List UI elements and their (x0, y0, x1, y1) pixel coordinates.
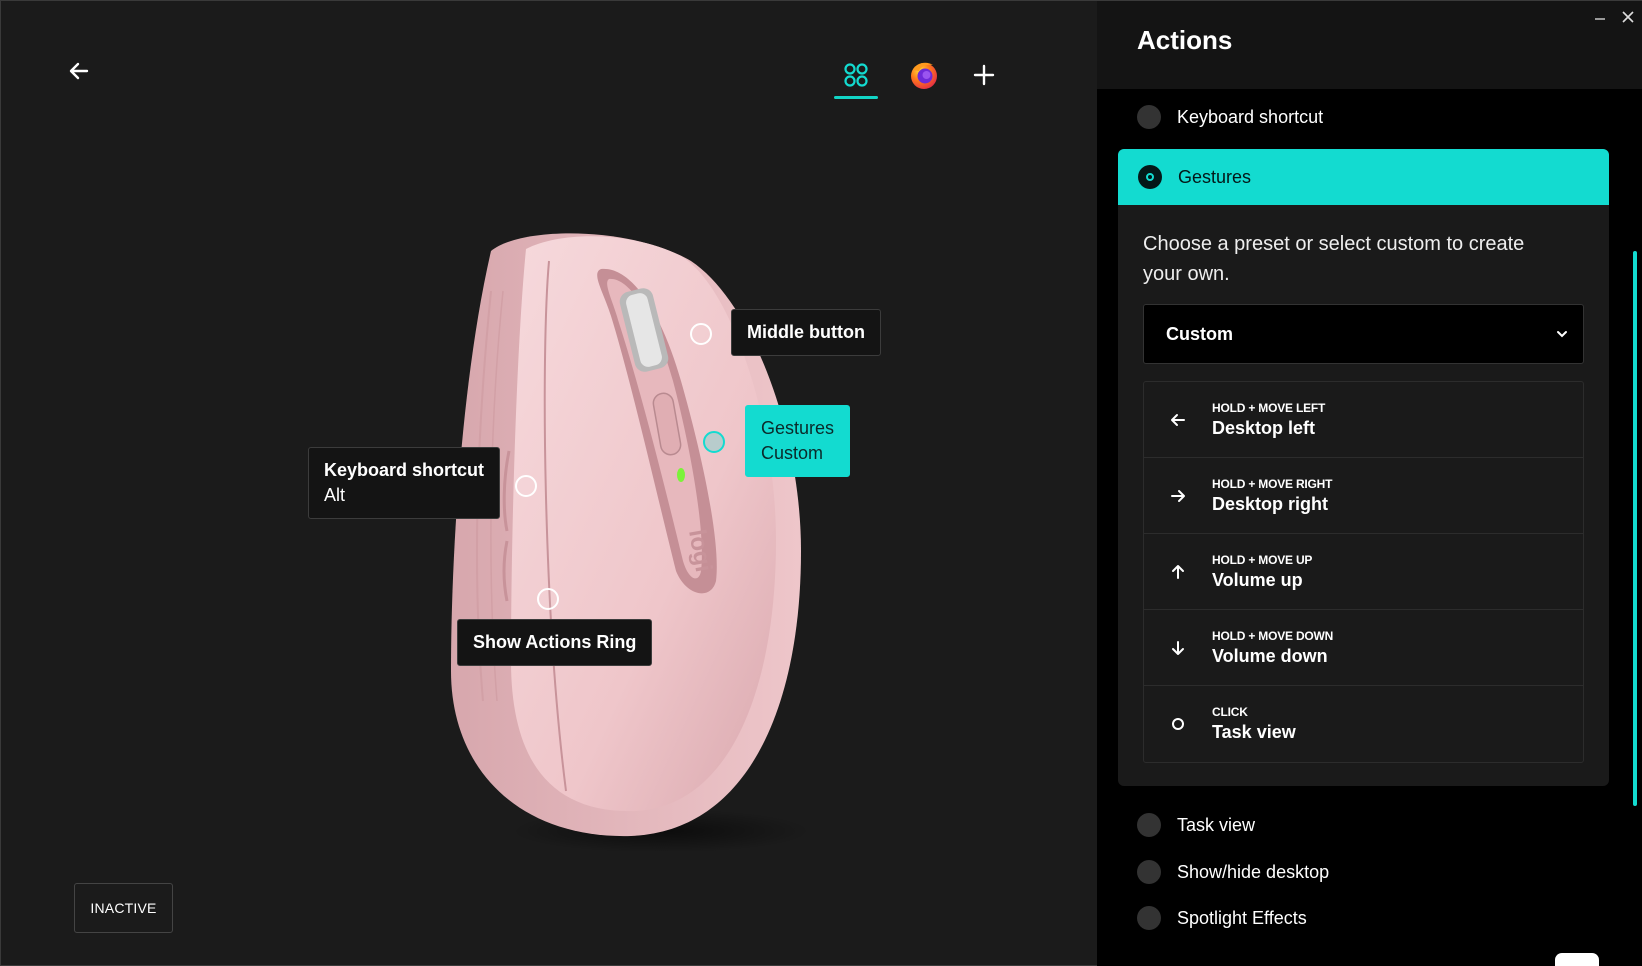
callout-keyboard-shortcut[interactable]: Keyboard shortcut Alt (308, 447, 501, 519)
preset-value: Custom (1166, 323, 1233, 344)
inactive-badge[interactable]: INACTIVE (74, 883, 173, 933)
option-keyboard-shortcut[interactable]: Keyboard shortcut (1137, 102, 1323, 132)
actions-panel: Actions Keyboard shortcut Gestures Choos… (1097, 1, 1642, 966)
callout-subtitle: Alt (324, 485, 346, 505)
option-label: Spotlight Effects (1177, 907, 1307, 928)
gesture-row-up[interactable]: HOLD + MOVE UP Volume up (1144, 534, 1583, 610)
gesture-action: Desktop left (1212, 417, 1316, 438)
option-show-hide-desktop[interactable]: Show/hide desktop (1137, 857, 1329, 887)
back-button[interactable] (63, 55, 95, 87)
gesture-row-right[interactable]: HOLD + MOVE RIGHT Desktop right (1144, 458, 1583, 534)
arrow-left-icon (69, 62, 89, 80)
tab-add-application[interactable] (954, 51, 1014, 99)
close-button[interactable] (1617, 6, 1639, 28)
option-spotlight-effects[interactable]: Spotlight Effects (1137, 903, 1307, 933)
radio-button[interactable] (1137, 105, 1161, 129)
chevron-down-icon (1557, 331, 1567, 338)
callout-gestures[interactable]: Gestures Custom (745, 405, 851, 477)
option-label: Task view (1177, 814, 1256, 835)
minimize-icon (1595, 18, 1605, 20)
gestures-card: Gestures Choose a preset or select custo… (1118, 149, 1609, 786)
panel-scrollbar[interactable] (1633, 251, 1637, 806)
gesture-trigger: CLICK (1212, 705, 1248, 719)
callout-title: Gestures (761, 418, 835, 438)
option-label: Keyboard shortcut (1177, 106, 1324, 127)
radio-selected[interactable] (1138, 165, 1162, 189)
hotspot-middle-button[interactable] (690, 323, 712, 345)
gesture-action: Task view (1212, 722, 1296, 742)
arrow-down-icon (1144, 639, 1212, 657)
gesture-action: Volume up (1212, 569, 1303, 590)
radio-button[interactable] (1137, 906, 1161, 930)
callout-title: Show Actions Ring (473, 632, 637, 652)
tab-firefox[interactable] (894, 51, 954, 99)
hotspot-keyboard-shortcut[interactable] (515, 475, 537, 497)
gesture-action: Desktop right (1212, 493, 1329, 514)
option-task-view[interactable]: Task view (1137, 810, 1255, 840)
circle-icon (1144, 715, 1212, 733)
gesture-trigger: HOLD + MOVE DOWN (1212, 628, 1334, 643)
gesture-trigger: HOLD + MOVE RIGHT (1212, 476, 1333, 491)
hotspot-gestures[interactable] (703, 431, 725, 453)
callout-title: Keyboard shortcut (324, 460, 485, 480)
hotspot-actions-ring[interactable] (537, 588, 559, 610)
radio-button[interactable] (1137, 860, 1161, 884)
toggle-switch[interactable] (1555, 953, 1599, 966)
arrow-right-icon (1144, 487, 1212, 505)
gesture-trigger: HOLD + MOVE LEFT (1212, 400, 1326, 415)
callout-actions-ring[interactable]: Show Actions Ring (457, 619, 653, 666)
preset-dropdown[interactable]: Custom (1143, 304, 1584, 364)
gesture-action: Volume down (1212, 645, 1328, 666)
radio-button[interactable] (1137, 813, 1161, 837)
callout-title: Middle button (747, 322, 865, 342)
gesture-row-left[interactable]: HOLD + MOVE LEFT Desktop left (1144, 382, 1583, 458)
close-icon (1622, 11, 1634, 23)
firefox-icon (911, 62, 937, 89)
panel-title: Actions (1137, 25, 1233, 55)
application-tabs (834, 51, 1014, 101)
callout-subtitle: Custom (761, 443, 824, 463)
gestures-description: Choose a preset or select custom to crea… (1143, 233, 1525, 285)
option-gestures[interactable]: Gestures (1118, 149, 1609, 205)
apps-grid-icon (844, 63, 868, 87)
option-label: Show/hide desktop (1177, 861, 1330, 882)
arrow-up-icon (1144, 563, 1212, 581)
panel-header: Actions (1097, 1, 1642, 89)
tab-all-applications[interactable] (834, 51, 894, 99)
app-window: logi Middle button Gestures Custom Keybo… (0, 0, 1642, 966)
gesture-row-click[interactable]: CLICK Task view (1144, 686, 1583, 762)
gesture-row-down[interactable]: HOLD + MOVE DOWN Volume down (1144, 610, 1583, 686)
gesture-trigger: HOLD + MOVE UP (1212, 552, 1313, 567)
callout-middle-button[interactable]: Middle button (731, 309, 881, 356)
arrow-left-icon (1144, 411, 1212, 429)
gesture-list: HOLD + MOVE LEFT Desktop left HOLD + MOV… (1143, 381, 1584, 763)
minimize-button[interactable] (1589, 7, 1611, 29)
plus-icon (973, 64, 995, 86)
option-label: Gestures (1178, 166, 1252, 187)
